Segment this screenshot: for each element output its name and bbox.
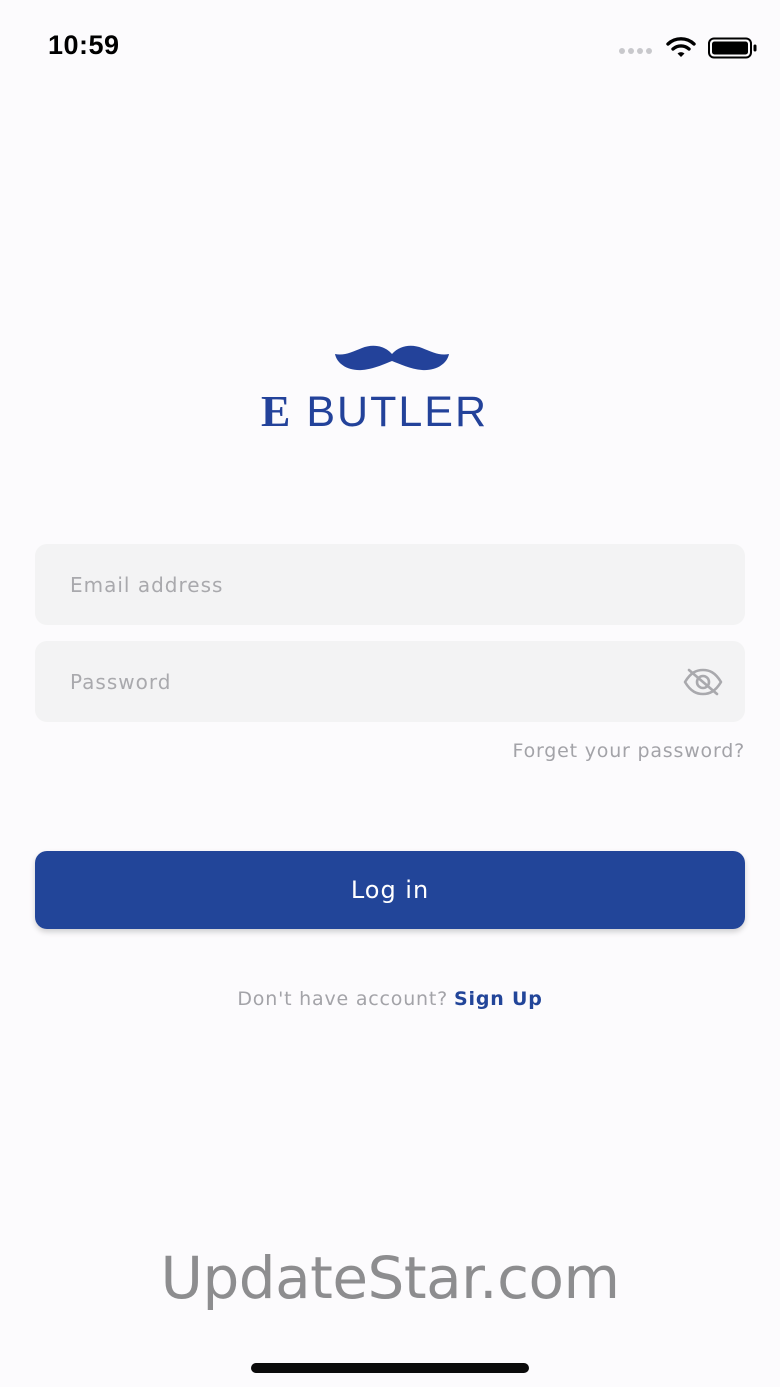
signal-dots-icon [619,48,652,54]
mustache-icon [335,345,449,371]
ebutler-logo: E BUTLER [255,340,527,440]
password-field-container [35,641,745,722]
logo-letter-e: E [261,387,293,436]
signup-prompt: Don't have account? [237,988,449,1010]
eye-slash-icon[interactable] [683,667,723,697]
email-field-container [35,544,745,625]
battery-icon [708,37,757,59]
signup-link[interactable]: Sign Up [454,988,543,1010]
forgot-password-link[interactable]: Forget your password? [513,740,745,762]
login-button[interactable]: Log in [35,851,745,929]
home-indicator[interactable] [251,1363,529,1373]
logo-text: E BUTLER [261,386,488,437]
status-bar: 10:59 [0,0,780,92]
wifi-icon [666,37,696,57]
logo-wordmark: BUTLER [306,388,489,436]
email-input[interactable] [35,544,745,625]
watermark: UpdateStar.com [160,1244,620,1312]
status-time: 10:59 [48,30,120,60]
signup-row: Don't have account? Sign Up [0,988,780,1010]
password-input[interactable] [35,641,745,722]
